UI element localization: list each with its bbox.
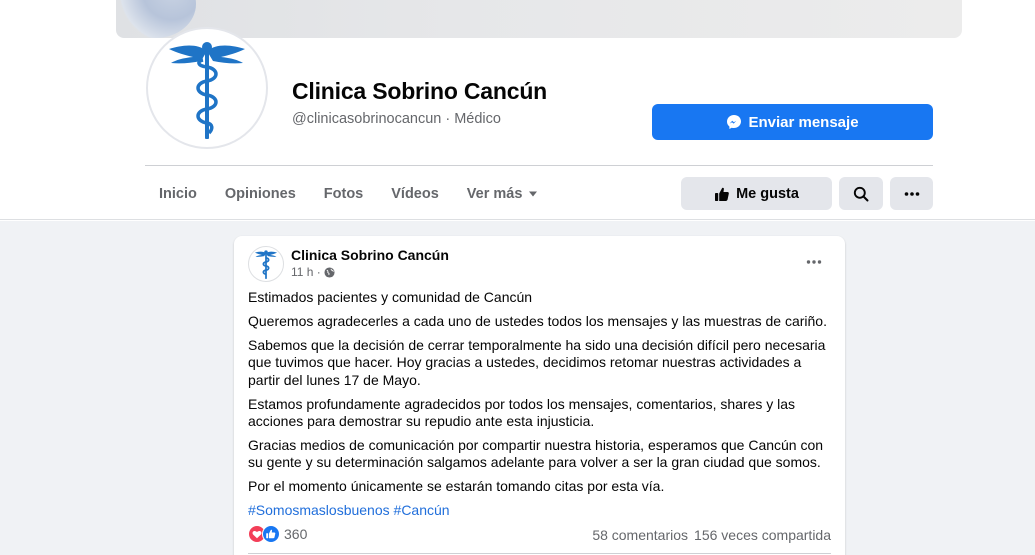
reactions-summary[interactable]: 360 <box>248 525 307 543</box>
engagement-counts: 58 comentarios 156 veces compartida <box>592 527 831 543</box>
post-paragraph: Estimados pacientes y comunidad de Cancú… <box>248 289 533 305</box>
post-hashtags: #Somosmaslosbuenos #Cancún <box>248 502 833 519</box>
caduceus-logo <box>254 250 278 279</box>
caret-down-icon <box>529 191 538 197</box>
post-paragraph: Queremos agradecerles a cada uno de uste… <box>248 312 827 329</box>
post-avatar[interactable] <box>248 246 284 282</box>
post-paragraph: Gracias medios de comunicación por compa… <box>248 436 824 471</box>
shares-count[interactable]: 156 veces compartida <box>694 527 831 543</box>
hashtag-link[interactable]: #Somosmaslosbuenos <box>248 502 390 518</box>
tab-label: Inicio <box>159 186 197 202</box>
thumbs-up-icon <box>715 187 729 201</box>
more-icon <box>904 191 919 196</box>
tab-label: Opiniones <box>224 186 296 202</box>
post-paragraph: Por el momento únicamente se estarán tom… <box>248 478 665 495</box>
like-label: Me gusta <box>736 185 799 202</box>
comments-count[interactable]: 58 comentarios <box>592 527 688 543</box>
more-icon <box>806 260 822 264</box>
tab-fotos[interactable]: Fotos <box>310 172 377 216</box>
send-message-label: Enviar mensaje <box>748 113 859 131</box>
like-reaction-icon <box>262 525 280 543</box>
tab-opiniones[interactable]: Opiniones <box>211 172 310 216</box>
search-icon <box>853 186 869 201</box>
reaction-icons <box>248 525 280 543</box>
reaction-count: 360 <box>284 526 308 542</box>
page-handle-category: @clinicasobrinocancun · Médico <box>292 111 501 127</box>
like-page-button[interactable]: Me gusta <box>681 177 832 210</box>
header-divider <box>145 165 933 166</box>
tab-label: Fotos <box>323 186 364 202</box>
caduceus-logo <box>169 42 245 139</box>
post-author[interactable]: Clinica Sobrino Cancún <box>291 247 449 263</box>
post-options-button[interactable] <box>800 252 828 272</box>
globe-icon <box>324 266 335 278</box>
search-button[interactable] <box>839 177 883 210</box>
send-message-button[interactable]: Enviar mensaje <box>652 104 933 140</box>
more-options-button[interactable] <box>890 177 933 210</box>
tab-videos[interactable]: Vídeos <box>377 172 453 216</box>
tab-inicio[interactable]: Inicio <box>145 172 211 216</box>
post-divider <box>248 553 831 554</box>
hashtag-link[interactable]: #Cancún <box>394 502 450 518</box>
tab-label: Ver más <box>466 186 523 202</box>
page-title: Clinica Sobrino Cancún <box>292 78 548 104</box>
post-time-text: 11 h · <box>291 265 321 279</box>
tab-ver-mas[interactable]: Ver más <box>453 172 553 216</box>
page-nav: Inicio Opiniones Fotos Vídeos Ver más <box>145 172 552 216</box>
post-card: Clinica Sobrino Cancún 11 h · Estimados … <box>234 236 845 555</box>
post-paragraph: Estamos profundamente agradecidos por to… <box>248 395 796 429</box>
profile-picture[interactable] <box>146 27 268 149</box>
messenger-icon <box>727 115 742 129</box>
post-paragraph: Sabemos que la decisión de cerrar tempor… <box>248 336 826 388</box>
post-text: Estimados pacientes y comunidad de Cancú… <box>248 289 833 526</box>
tab-label: Vídeos <box>391 186 439 202</box>
post-timestamp[interactable]: 11 h · <box>291 265 335 279</box>
